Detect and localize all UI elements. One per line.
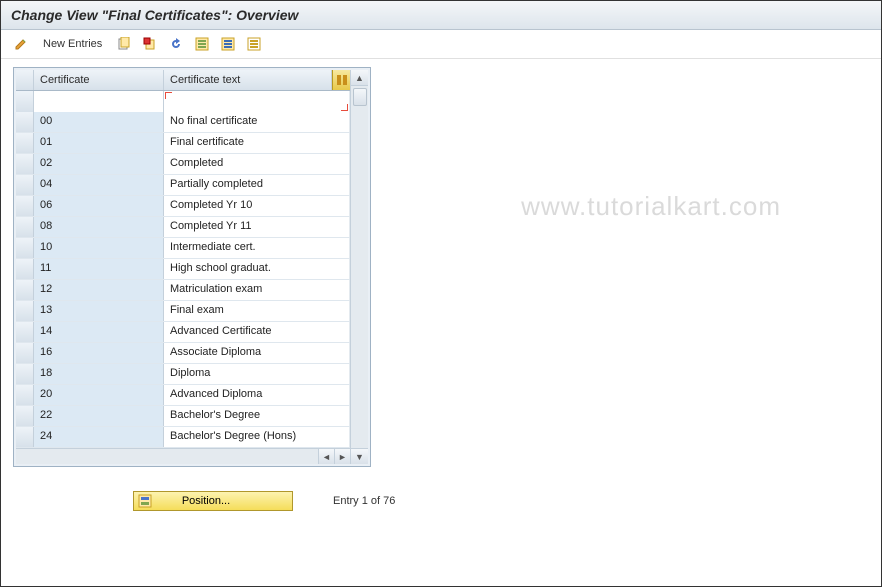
table-row: 18Diploma bbox=[16, 364, 350, 385]
cell-certificate[interactable]: 18 bbox=[34, 364, 164, 384]
cell-certificate-text[interactable]: Final certificate bbox=[164, 133, 350, 153]
table-row: 01Final certificate bbox=[16, 133, 350, 154]
cell-certificate[interactable]: 24 bbox=[34, 427, 164, 447]
cell-certificate-text[interactable]: High school graduat. bbox=[164, 259, 350, 279]
scroll-right-icon[interactable]: ► bbox=[334, 449, 350, 464]
table-row: 24Bachelor's Degree (Hons) bbox=[16, 427, 350, 448]
column-certificate-text[interactable]: Certificate text bbox=[164, 70, 332, 90]
cell-certificate[interactable]: 22 bbox=[34, 406, 164, 426]
table-header: Certificate Certificate text bbox=[16, 70, 350, 91]
vertical-scrollbar: ▲ ▼ bbox=[350, 70, 368, 464]
certificates-table: Certificate Certificate text 00No final … bbox=[13, 67, 371, 467]
cell-certificate[interactable]: 12 bbox=[34, 280, 164, 300]
scroll-left-icon[interactable]: ◄ bbox=[318, 449, 334, 464]
table-row: 02Completed bbox=[16, 154, 350, 175]
table-row: 10Intermediate cert. bbox=[16, 238, 350, 259]
table-row: 20Advanced Diploma bbox=[16, 385, 350, 406]
select-block-icon[interactable] bbox=[218, 34, 238, 54]
cell-certificate[interactable]: 13 bbox=[34, 301, 164, 321]
scroll-up-icon[interactable]: ▲ bbox=[351, 70, 368, 86]
cell-certificate[interactable]: 01 bbox=[34, 133, 164, 153]
filter-row bbox=[16, 91, 350, 112]
horizontal-scrollbar: ◄ ► bbox=[16, 448, 350, 464]
cell-certificate-text[interactable]: Partially completed bbox=[164, 175, 350, 195]
table-row: 00No final certificate bbox=[16, 112, 350, 133]
row-selector[interactable] bbox=[16, 175, 34, 195]
select-all-icon[interactable] bbox=[192, 34, 212, 54]
row-selector[interactable] bbox=[16, 133, 34, 153]
position-label: Position... bbox=[182, 495, 230, 507]
cell-certificate-text[interactable]: Bachelor's Degree bbox=[164, 406, 350, 426]
deselect-all-icon[interactable] bbox=[244, 34, 264, 54]
row-selector[interactable] bbox=[16, 238, 34, 258]
row-selector[interactable] bbox=[16, 301, 34, 321]
page-title: Change View "Final Certificates": Overvi… bbox=[11, 7, 298, 23]
copy-icon[interactable] bbox=[114, 34, 134, 54]
table-row: 13Final exam bbox=[16, 301, 350, 322]
row-selector[interactable] bbox=[16, 343, 34, 363]
cell-certificate[interactable]: 06 bbox=[34, 196, 164, 216]
cell-certificate[interactable]: 14 bbox=[34, 322, 164, 342]
cell-certificate-text[interactable]: Advanced Diploma bbox=[164, 385, 350, 405]
configure-columns-icon[interactable] bbox=[332, 70, 350, 90]
cell-certificate[interactable]: 00 bbox=[34, 112, 164, 132]
undo-icon[interactable] bbox=[166, 34, 186, 54]
entry-count: Entry 1 of 76 bbox=[333, 495, 395, 507]
cell-certificate[interactable]: 16 bbox=[34, 343, 164, 363]
table-row: 06Completed Yr 10 bbox=[16, 196, 350, 217]
filter-certificate-text-input[interactable] bbox=[164, 91, 350, 112]
row-selector[interactable] bbox=[16, 196, 34, 216]
delete-icon[interactable] bbox=[140, 34, 160, 54]
row-selector[interactable] bbox=[16, 385, 34, 405]
row-selector[interactable] bbox=[16, 406, 34, 426]
cell-certificate-text[interactable]: Associate Diploma bbox=[164, 343, 350, 363]
cell-certificate[interactable]: 04 bbox=[34, 175, 164, 195]
header-bar: Change View "Final Certificates": Overvi… bbox=[1, 1, 881, 30]
cell-certificate-text[interactable]: No final certificate bbox=[164, 112, 350, 132]
row-selector[interactable] bbox=[16, 364, 34, 384]
row-selector[interactable] bbox=[16, 112, 34, 132]
position-button[interactable]: Position... bbox=[133, 491, 293, 511]
cell-certificate-text[interactable]: Completed Yr 10 bbox=[164, 196, 350, 216]
cell-certificate-text[interactable]: Diploma bbox=[164, 364, 350, 384]
table-row: 22Bachelor's Degree bbox=[16, 406, 350, 427]
scroll-thumb[interactable] bbox=[353, 88, 367, 106]
scroll-down-icon[interactable]: ▼ bbox=[351, 448, 368, 464]
row-selector[interactable] bbox=[16, 259, 34, 279]
row-selector[interactable] bbox=[16, 217, 34, 237]
cell-certificate-text[interactable]: Intermediate cert. bbox=[164, 238, 350, 258]
cell-certificate-text[interactable]: Completed Yr 11 bbox=[164, 217, 350, 237]
footer: Position... Entry 1 of 76 bbox=[13, 491, 869, 511]
cell-certificate-text[interactable]: Matriculation exam bbox=[164, 280, 350, 300]
cell-certificate[interactable]: 08 bbox=[34, 217, 164, 237]
cell-certificate[interactable]: 10 bbox=[34, 238, 164, 258]
table-row: 16Associate Diploma bbox=[16, 343, 350, 364]
position-icon bbox=[138, 494, 152, 508]
content-area: Certificate Certificate text 00No final … bbox=[1, 59, 881, 519]
table-row: 14Advanced Certificate bbox=[16, 322, 350, 343]
cell-certificate[interactable]: 11 bbox=[34, 259, 164, 279]
table-row: 08Completed Yr 11 bbox=[16, 217, 350, 238]
row-selector[interactable] bbox=[16, 154, 34, 174]
cell-certificate[interactable]: 20 bbox=[34, 385, 164, 405]
filter-certificate-input[interactable] bbox=[34, 91, 164, 112]
table-row: 11High school graduat. bbox=[16, 259, 350, 280]
cell-certificate-text[interactable]: Final exam bbox=[164, 301, 350, 321]
row-selector[interactable] bbox=[16, 280, 34, 300]
row-selector[interactable] bbox=[16, 91, 34, 112]
cell-certificate-text[interactable]: Bachelor's Degree (Hons) bbox=[164, 427, 350, 447]
table-row: 04Partially completed bbox=[16, 175, 350, 196]
cell-certificate-text[interactable]: Completed bbox=[164, 154, 350, 174]
select-all-column[interactable] bbox=[16, 70, 34, 90]
toolbar: New Entries bbox=[1, 30, 881, 59]
new-entries-button[interactable]: New Entries bbox=[37, 36, 108, 52]
cell-certificate[interactable]: 02 bbox=[34, 154, 164, 174]
table-row: 12Matriculation exam bbox=[16, 280, 350, 301]
change-icon[interactable] bbox=[11, 34, 31, 54]
column-certificate[interactable]: Certificate bbox=[34, 70, 164, 90]
row-selector[interactable] bbox=[16, 322, 34, 342]
row-selector[interactable] bbox=[16, 427, 34, 447]
cell-certificate-text[interactable]: Advanced Certificate bbox=[164, 322, 350, 342]
